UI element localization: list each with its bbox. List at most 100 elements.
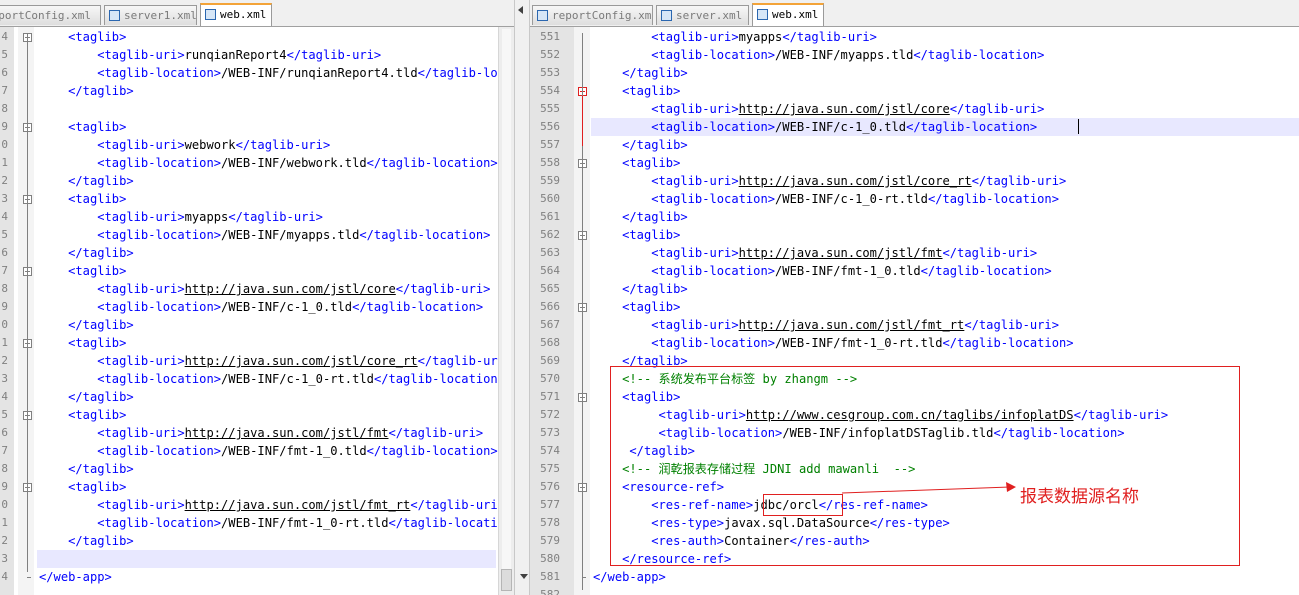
- code-text: <taglib-location>/WEB-INF/runqianReport4…: [39, 64, 514, 82]
- line-number: 6: [1, 426, 8, 439]
- code-line[interactable]: 559 <taglib-uri>http://java.sun.com/jstl…: [530, 172, 1299, 190]
- code-line[interactable]: 2 <taglib-uri>http://java.sun.com/jstl/c…: [0, 352, 514, 370]
- code-line[interactable]: 6 <taglib-location>/WEB-INF/runqianRepor…: [0, 64, 514, 82]
- line-number: 566: [540, 300, 560, 313]
- tab-label: server1.xml: [124, 9, 197, 22]
- pane-splitter[interactable]: [514, 0, 530, 595]
- xml-tag: <taglib-uri>: [593, 30, 739, 44]
- line-number: 578: [540, 516, 560, 529]
- code-line[interactable]: 4 </taglib>: [0, 388, 514, 406]
- code-line[interactable]: 8: [0, 100, 514, 118]
- tab-label: reportConfig.xml: [0, 9, 91, 22]
- left-tab-server1-xml[interactable]: server1.xml: [104, 5, 197, 25]
- xml-tag: <taglib>: [593, 84, 681, 98]
- code-line[interactable]: 6 <taglib-uri>http://java.sun.com/jstl/f…: [0, 424, 514, 442]
- code-line[interactable]: 551 <taglib-uri>myapps</taglib-uri>: [530, 28, 1299, 46]
- element-text: /WEB-INF/fmt-1_0.tld: [775, 264, 921, 278]
- element-text: /WEB-INF/webwork.tld: [221, 156, 367, 170]
- splitter-down-arrow-icon[interactable]: [520, 574, 528, 579]
- code-text: <taglib-uri>myapps</taglib-uri>: [39, 208, 323, 226]
- code-line[interactable]: 9 <taglib-location>/WEB-INF/c-1_0.tld</t…: [0, 298, 514, 316]
- xml-tag: </taglib>: [39, 246, 134, 260]
- xml-tag: </taglib-uri>: [964, 318, 1059, 332]
- code-line[interactable]: 5 <taglib>: [0, 406, 514, 424]
- left-vertical-scrollbar[interactable]: [498, 27, 514, 595]
- code-line[interactable]: 1 <taglib-location>/WEB-INF/webwork.tld<…: [0, 154, 514, 172]
- code-line[interactable]: 5 <taglib-location>/WEB-INF/myapps.tld</…: [0, 226, 514, 244]
- code-line[interactable]: 9 <taglib>: [0, 478, 514, 496]
- line-number: 553: [540, 66, 560, 79]
- code-line[interactable]: 552 <taglib-location>/WEB-INF/myapps.tld…: [530, 46, 1299, 64]
- xml-tag: <taglib-location>: [593, 264, 776, 278]
- xml-tag: <taglib>: [593, 228, 681, 242]
- left-tab-web-xml[interactable]: web.xml: [200, 3, 272, 26]
- line-number: 2: [1, 354, 8, 367]
- code-line[interactable]: 6 </taglib>: [0, 244, 514, 262]
- code-line[interactable]: 2 </taglib>: [0, 532, 514, 550]
- code-line[interactable]: 7 </taglib>: [0, 82, 514, 100]
- code-line[interactable]: 582: [530, 586, 1299, 595]
- code-line[interactable]: 0 <taglib-uri>http://java.sun.com/jstl/f…: [0, 496, 514, 514]
- code-line[interactable]: 581 </web-app>: [530, 568, 1299, 586]
- right-tab-web-xml[interactable]: web.xml: [752, 3, 824, 26]
- line-number: 555: [540, 102, 560, 115]
- url-text: http://java.sun.com/jstl/core_rt: [738, 174, 972, 188]
- code-line[interactable]: 562 <taglib>: [530, 226, 1299, 244]
- code-line[interactable]: 554 <taglib>: [530, 82, 1299, 100]
- code-line[interactable]: 3 <taglib>: [0, 190, 514, 208]
- line-number: 571: [540, 390, 560, 403]
- code-line[interactable]: 2 </taglib>: [0, 172, 514, 190]
- xml-tag: <taglib>: [39, 336, 127, 350]
- splitter-left-arrow-icon[interactable]: [518, 6, 523, 14]
- line-number: 8: [1, 282, 8, 295]
- xml-tag: <taglib-location>: [39, 228, 222, 242]
- code-line[interactable]: 4 <taglib-uri>myapps</taglib-uri>: [0, 208, 514, 226]
- code-line[interactable]: 3 <taglib-location>/WEB-INF/c-1_0-rt.tld…: [0, 370, 514, 388]
- code-text: <taglib-uri>http://java.sun.com/jstl/cor…: [39, 352, 512, 370]
- code-line[interactable]: 560 <taglib-location>/WEB-INF/c-1_0-rt.t…: [530, 190, 1299, 208]
- code-line[interactable]: 555 <taglib-uri>http://java.sun.com/jstl…: [530, 100, 1299, 118]
- code-line[interactable]: 567 <taglib-uri>http://java.sun.com/jstl…: [530, 316, 1299, 334]
- code-line[interactable]: 561 </taglib>: [530, 208, 1299, 226]
- xml-tag: </taglib-location>: [913, 48, 1045, 62]
- code-line[interactable]: 558 <taglib>: [530, 154, 1299, 172]
- right-tab-server-xml[interactable]: server.xml: [656, 5, 749, 25]
- code-line[interactable]: 568 <taglib-location>/WEB-INF/fmt-1_0-rt…: [530, 334, 1299, 352]
- code-line[interactable]: 564 <taglib-location>/WEB-INF/fmt-1_0.tl…: [530, 262, 1299, 280]
- code-line[interactable]: 556 <taglib-location>/WEB-INF/c-1_0.tld<…: [530, 118, 1299, 136]
- code-line[interactable]: 3: [0, 550, 514, 568]
- xml-tag: </taglib-location>: [388, 516, 515, 530]
- element-text: /WEB-INF/c-1_0-rt.tld: [221, 372, 374, 386]
- left-tab-reportconfig-xml[interactable]: reportConfig.xml: [0, 5, 101, 25]
- code-line[interactable]: 5 <taglib-uri>runqianReport4</taglib-uri…: [0, 46, 514, 64]
- code-line[interactable]: 8 </taglib>: [0, 460, 514, 478]
- line-number: 3: [1, 192, 8, 205]
- code-line[interactable]: 557 </taglib>: [530, 136, 1299, 154]
- code-text: <taglib-location>/WEB-INF/webwork.tld</t…: [39, 154, 497, 172]
- right-tab-reportconfig-xml[interactable]: reportConfig.xml: [532, 5, 653, 25]
- left-scrollbar-thumb[interactable]: [501, 569, 512, 591]
- code-text: </taglib>: [39, 532, 134, 550]
- code-line[interactable]: 553 </taglib>: [530, 64, 1299, 82]
- code-line[interactable]: 0 <taglib-uri>webwork</taglib-uri>: [0, 136, 514, 154]
- code-line[interactable]: 1 <taglib-location>/WEB-INF/fmt-1_0-rt.t…: [0, 514, 514, 532]
- code-line[interactable]: 4 </web-app>: [0, 568, 514, 586]
- code-text: </taglib>: [39, 244, 134, 262]
- xml-tag: </taglib-uri>: [235, 138, 331, 152]
- code-line[interactable]: 566 <taglib>: [530, 298, 1299, 316]
- code-line[interactable]: 0 </taglib>: [0, 316, 514, 334]
- code-line[interactable]: 563 <taglib-uri>http://java.sun.com/jstl…: [530, 244, 1299, 262]
- code-text: <taglib>: [39, 262, 126, 280]
- xml-tag: </web-app>: [39, 570, 112, 584]
- code-line[interactable]: 565 </taglib>: [530, 280, 1299, 298]
- code-line[interactable]: 7 <taglib>: [0, 262, 514, 280]
- code-line[interactable]: 8 <taglib-uri>http://java.sun.com/jstl/c…: [0, 280, 514, 298]
- element-text: /WEB-INF/c-1_0.tld: [775, 120, 907, 134]
- code-line[interactable]: 9 <taglib>: [0, 118, 514, 136]
- code-line[interactable]: 1 <taglib>: [0, 334, 514, 352]
- line-number: 9: [1, 120, 8, 133]
- xml-tag: <taglib-uri>: [39, 498, 185, 512]
- url-text: http://java.sun.com/jstl/core: [184, 282, 396, 296]
- code-line[interactable]: 4 <taglib>: [0, 28, 514, 46]
- code-line[interactable]: 7 <taglib-location>/WEB-INF/fmt-1_0.tld<…: [0, 442, 514, 460]
